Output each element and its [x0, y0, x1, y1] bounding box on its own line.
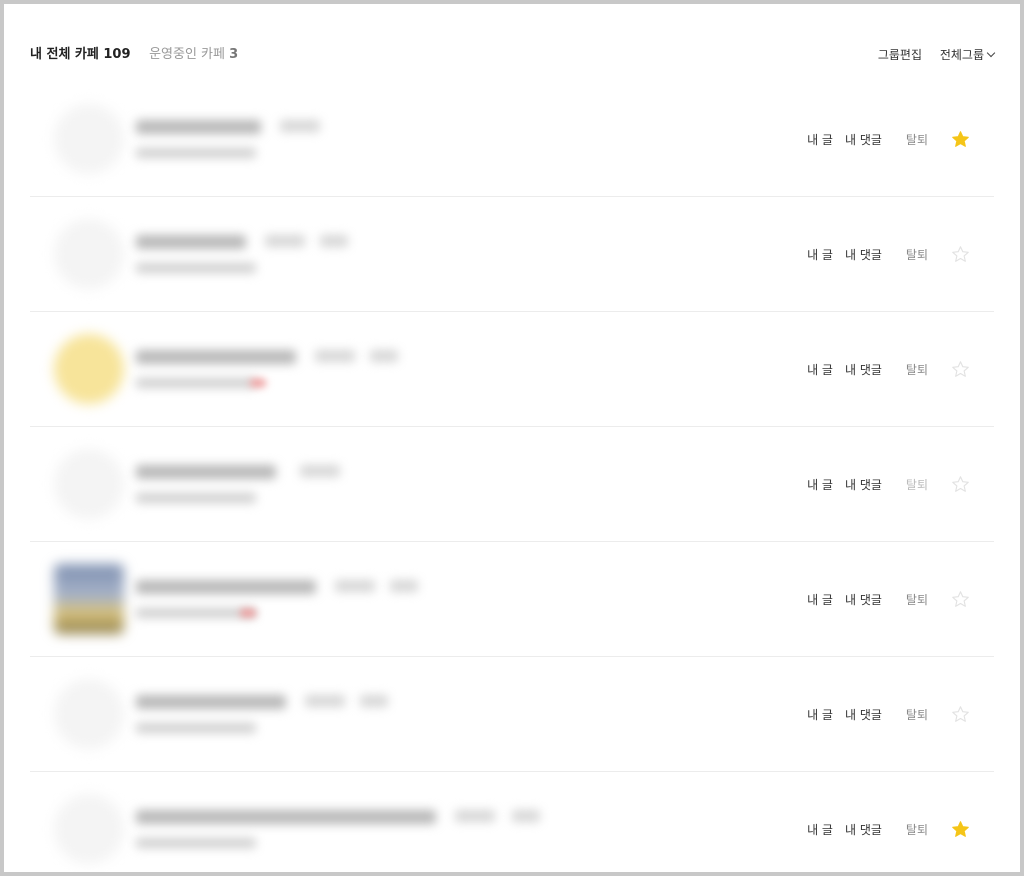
- leave-cafe-link[interactable]: 탈퇴: [906, 131, 928, 148]
- cafe-meta-blurred: [370, 350, 398, 362]
- cafe-meta-blurred: [360, 695, 388, 707]
- row-actions: 내 글 내 댓글 탈퇴: [795, 542, 970, 657]
- cafe-meta-blurred: [280, 120, 320, 132]
- tab-managed-cafes[interactable]: 운영중인 카페 3: [149, 47, 238, 62]
- favorite-star-icon[interactable]: [950, 245, 970, 265]
- favorite-star-icon[interactable]: [950, 360, 970, 380]
- cafe-name-blurred[interactable]: [136, 695, 286, 709]
- row-actions: 내 글 내 댓글 탈퇴: [795, 657, 970, 772]
- favorite-star-icon[interactable]: [950, 130, 970, 150]
- tab-my-cafes-count: 109: [103, 47, 131, 62]
- cafe-subinfo-blurred: [136, 378, 256, 388]
- cafe-tabs: 내 전체 카페 109 운영중인 카페 3: [30, 42, 238, 68]
- row-actions: 내 글 내 댓글 탈퇴: [795, 312, 970, 427]
- my-comments-link[interactable]: 내 댓글: [845, 246, 882, 263]
- cafe-meta-blurred: [315, 350, 355, 362]
- row-actions: 내 글 내 댓글 탈퇴: [795, 772, 970, 872]
- cafe-meta-blurred: [512, 810, 540, 822]
- leave-cafe-link[interactable]: 탈퇴: [906, 246, 928, 263]
- row-actions: 내 글 내 댓글 탈퇴: [795, 82, 970, 197]
- leave-cafe-link[interactable]: 탈퇴: [906, 821, 928, 838]
- cafe-subinfo-blurred: [136, 838, 256, 848]
- chevron-down-icon: [986, 48, 996, 58]
- list-header: 내 전체 카페 109 운영중인 카페 3 그룹편집 전체그룹: [30, 42, 996, 68]
- cafe-name-blurred[interactable]: [136, 235, 246, 249]
- my-comments-link[interactable]: 내 댓글: [845, 591, 882, 608]
- cafe-row: 내 글 내 댓글 탈퇴: [30, 542, 994, 657]
- cafe-list: 내 글내 댓글 탈퇴 내 글내 댓글 탈퇴 내 글내 댓글 탈퇴 내 글내 댓글 탈퇴 내 글내…: [30, 82, 994, 872]
- my-comments-link[interactable]: 내 댓글: [845, 821, 882, 838]
- cafe-subinfo-blurred: [136, 148, 256, 158]
- my-posts-link[interactable]: 내 글: [807, 591, 833, 608]
- cafe-row: 내 글 내 댓글 탈퇴: [30, 312, 994, 427]
- leave-cafe-link[interactable]: 탈퇴: [906, 706, 928, 723]
- my-posts-link[interactable]: 내 글: [807, 821, 833, 838]
- group-filter-label: 전체그룹: [939, 48, 984, 62]
- my-posts-link[interactable]: 내 글: [807, 706, 833, 723]
- my-comments-link[interactable]: 내 댓글: [845, 131, 882, 148]
- cafe-subinfo-blurred: [136, 723, 256, 733]
- my-posts-link[interactable]: 내 글: [807, 131, 833, 148]
- cafe-name-blurred[interactable]: [136, 465, 276, 479]
- favorite-star-icon[interactable]: [950, 590, 970, 610]
- cafe-thumbnail[interactable]: [54, 679, 124, 749]
- cafe-subinfo-blurred: [136, 608, 256, 618]
- cafe-thumbnail[interactable]: [54, 104, 124, 174]
- tab-my-cafes-label: 내 전체 카페: [30, 47, 99, 62]
- my-comments-link[interactable]: 내 댓글: [845, 706, 882, 723]
- cafe-meta-blurred: [305, 695, 345, 707]
- row-actions: 내 글 내 댓글 탈퇴: [795, 197, 970, 312]
- tab-managed-cafes-count: 3: [229, 47, 239, 62]
- cafe-row: 내 글 내 댓글 탈퇴: [30, 82, 994, 197]
- cafe-thumbnail[interactable]: [54, 794, 124, 864]
- cafe-row: 내 글 내 댓글 탈퇴: [30, 427, 994, 542]
- cafe-meta-blurred: [335, 580, 375, 592]
- tab-my-cafes[interactable]: 내 전체 카페 109: [30, 47, 135, 62]
- favorite-star-icon[interactable]: [950, 705, 970, 725]
- favorite-star-icon[interactable]: [950, 475, 970, 495]
- cafe-subinfo-blurred: [136, 493, 256, 503]
- cafe-thumbnail[interactable]: [54, 219, 124, 289]
- cafe-name-blurred[interactable]: [136, 810, 436, 824]
- my-posts-link[interactable]: 내 글: [807, 361, 833, 378]
- header-controls: 그룹편집 전체그룹: [864, 42, 996, 68]
- cafe-thumbnail[interactable]: [54, 449, 124, 519]
- leave-cafe-link[interactable]: 탈퇴: [906, 591, 928, 608]
- cafe-name-blurred[interactable]: [136, 350, 296, 364]
- tab-managed-cafes-label: 운영중인 카페: [149, 47, 225, 62]
- my-comments-link[interactable]: 내 댓글: [845, 361, 882, 378]
- leave-cafe-link[interactable]: 탈퇴: [906, 476, 928, 493]
- cafe-thumbnail[interactable]: [54, 334, 124, 404]
- new-badge-blurred: [250, 379, 266, 387]
- edit-group-button[interactable]: 그룹편집: [878, 48, 922, 62]
- cafe-name-blurred[interactable]: [136, 120, 261, 134]
- cafe-row: 내 글 내 댓글 탈퇴: [30, 197, 994, 312]
- cafe-thumbnail[interactable]: [54, 564, 124, 634]
- cafe-name-blurred[interactable]: [136, 580, 316, 594]
- row-actions: 내 글 내 댓글 탈퇴: [795, 427, 970, 542]
- cafe-subinfo-blurred: [136, 263, 256, 273]
- cafe-meta-blurred: [320, 235, 348, 247]
- cafe-row: 내 글 내 댓글 탈퇴: [30, 657, 994, 772]
- group-filter-dropdown[interactable]: 전체그룹: [939, 48, 996, 62]
- cafe-row: 내 글 내 댓글 탈퇴: [30, 772, 994, 872]
- my-posts-link[interactable]: 내 글: [807, 476, 833, 493]
- my-posts-link[interactable]: 내 글: [807, 246, 833, 263]
- cafe-meta-blurred: [265, 235, 305, 247]
- new-badge-blurred: [240, 609, 256, 617]
- my-comments-link[interactable]: 내 댓글: [845, 476, 882, 493]
- cafe-meta-blurred: [390, 580, 418, 592]
- leave-cafe-link[interactable]: 탈퇴: [906, 361, 928, 378]
- favorite-star-icon[interactable]: [950, 820, 970, 840]
- cafe-list-panel: 내 전체 카페 109 운영중인 카페 3 그룹편집 전체그룹 내 글내 댓글 탈…: [0, 0, 1024, 876]
- cafe-meta-blurred: [300, 465, 340, 477]
- cafe-meta-blurred: [455, 810, 495, 822]
